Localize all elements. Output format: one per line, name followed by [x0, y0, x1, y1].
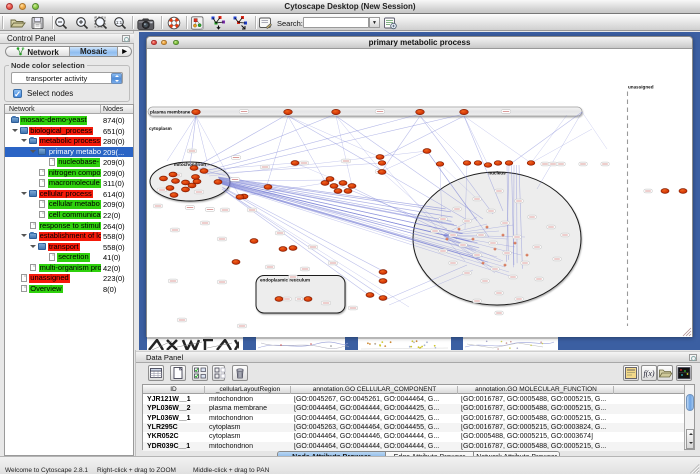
svg-text:unassigned: unassigned	[628, 84, 654, 89]
svg-text:plasma membrane: plasma membrane	[150, 109, 191, 114]
svg-text:cytoplasm: cytoplasm	[149, 126, 172, 131]
svg-text:nucleus: nucleus	[488, 170, 506, 175]
svg-text:1:1: 1:1	[116, 19, 123, 24]
svg-text:f(x): f(x)	[643, 369, 654, 378]
svg-text:endoplasmic reticulum: endoplasmic reticulum	[260, 277, 310, 282]
